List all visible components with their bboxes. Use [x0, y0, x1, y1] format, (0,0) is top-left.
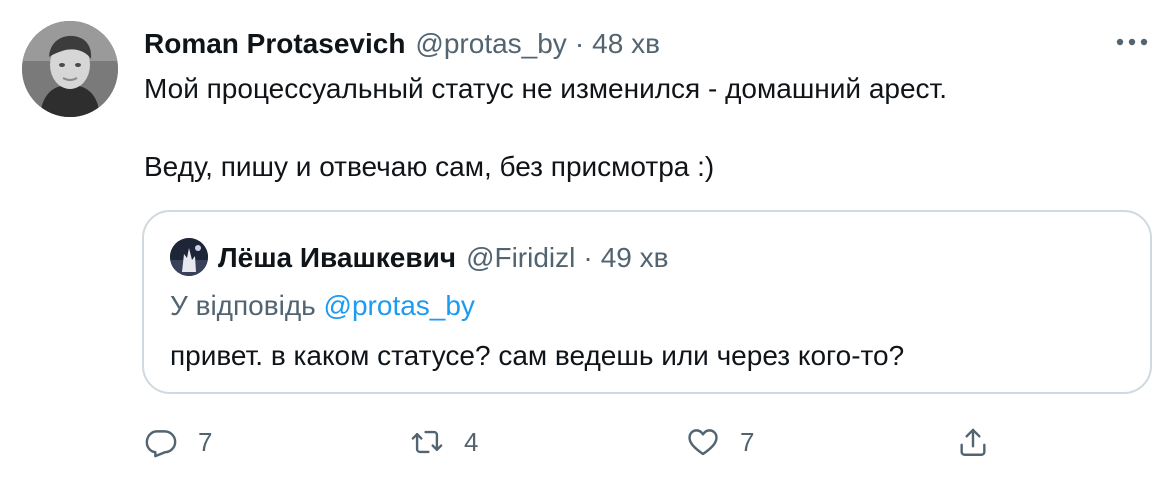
- tweet-text-line-2: Веду, пишу и отвечаю сам, без присмотра …: [144, 151, 715, 182]
- quoted-author-name: Лёша Ивашкевич: [218, 242, 457, 273]
- reply-to-handle[interactable]: @protas_by: [324, 290, 475, 321]
- quoted-tweet-header: Лёша Ивашкевич @Firidizl · 49 хв: [218, 240, 669, 276]
- share-icon: [960, 428, 986, 456]
- like-button[interactable]: 7: [686, 420, 754, 464]
- author-avatar[interactable]: [22, 21, 118, 117]
- tweet-actions-bar: 7 4 7: [0, 420, 1172, 464]
- tweet[interactable]: Roman Protasevich @protas_by · 48 хв Мой…: [0, 0, 1172, 480]
- more-icon: [1116, 38, 1148, 46]
- quoted-author-handle: @Firidizl: [466, 242, 576, 273]
- like-count: 7: [740, 426, 755, 457]
- tweet-header: Roman Protasevich @protas_by · 48 хв: [144, 26, 660, 62]
- retweet-button[interactable]: 4: [410, 420, 478, 464]
- tweet-timestamp[interactable]: 48 хв: [592, 26, 660, 62]
- author-name[interactable]: Roman Protasevich: [144, 26, 405, 62]
- like-icon: [688, 429, 718, 456]
- quoted-author-avatar: [170, 238, 208, 276]
- reply-button[interactable]: 7: [144, 420, 212, 464]
- reply-prefix: У відповідь: [170, 290, 316, 321]
- quoted-reply-context: У відповідь @protas_by: [170, 288, 475, 324]
- quoted-tweet-card[interactable]: Лёша Ивашкевич @Firidizl · 49 хв У відпо…: [142, 210, 1152, 394]
- separator-dot: ·: [574, 28, 585, 59]
- more-options-button[interactable]: [1112, 28, 1152, 56]
- reply-icon: [145, 430, 177, 458]
- quoted-separator-dot: ·: [583, 242, 593, 273]
- tweet-text-line-1: Мой процессуальный статус не изменился -…: [144, 73, 948, 104]
- share-button[interactable]: [956, 420, 990, 464]
- reply-count: 7: [198, 426, 213, 457]
- quoted-tweet-text: привет. в каком статусе? сам ведешь или …: [170, 340, 905, 371]
- retweet-count: 4: [464, 426, 479, 457]
- author-handle[interactable]: @protas_by: [415, 26, 566, 62]
- quoted-timestamp: 49 хв: [600, 242, 669, 273]
- retweet-icon: [411, 430, 443, 454]
